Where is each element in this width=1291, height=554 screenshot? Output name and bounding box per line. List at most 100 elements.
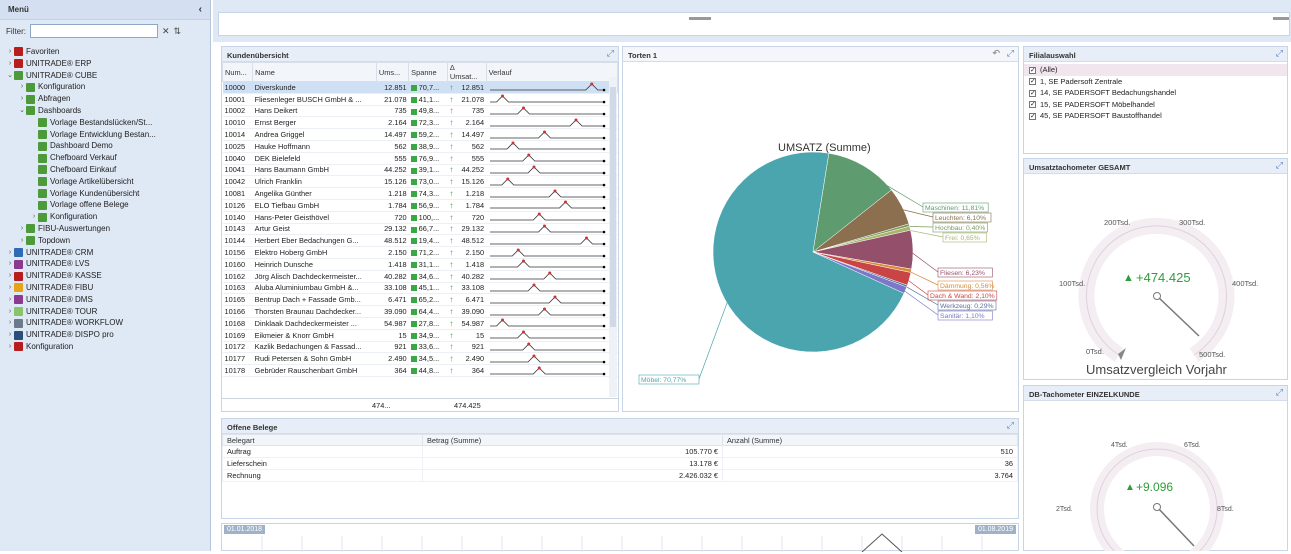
table-row[interactable]: 10014 Andrea Griggel 14.497 59,2... ↑ 14.497 — [222, 128, 618, 141]
sort-icon[interactable]: ⇅ — [174, 26, 182, 37]
checkbox[interactable]: ✓ — [1029, 112, 1036, 120]
expand-arrow-icon[interactable]: › — [18, 223, 26, 235]
sidebar-item[interactable]: › Favoriten — [0, 46, 210, 58]
table-row[interactable]: 10160 Heinrich Dunsche 1.418 31,1... ↑ 1.418 — [222, 258, 618, 271]
expand-arrow-icon[interactable]: › — [6, 341, 14, 353]
expand-arrow-icon[interactable]: › — [30, 211, 38, 223]
expand-arrow-icon[interactable]: › — [6, 282, 14, 294]
table-row[interactable]: 10002 Hans Deikert 735 49,8... ↑ 735 — [222, 105, 618, 118]
expand-arrow-icon[interactable]: › — [6, 46, 14, 58]
sidebar-item[interactable]: › Konfiguration — [0, 211, 210, 223]
table-row[interactable]: 10041 Hans Baumann GmbH 44.252 39,1... ↑ 44.2… — [222, 164, 618, 177]
sidebar-item[interactable]: ⌄ UNITRADE® CUBE — [0, 70, 210, 82]
column-header[interactable]: Name — [252, 62, 377, 82]
scrollbar-thumb[interactable] — [610, 87, 616, 327]
sidebar-item[interactable]: › Abfragen — [0, 93, 210, 105]
sidebar-item[interactable]: › UNITRADE® TOUR — [0, 306, 210, 318]
expand-arrow-icon[interactable]: › — [6, 270, 14, 282]
table-row[interactable]: 10162 Jörg Alisch Dachdeckermeister... 40.… — [222, 270, 618, 283]
column-header[interactable]: Δ Umsat... — [446, 62, 487, 82]
table-row[interactable]: 10163 Aluba Aluminiumbau GmbH &... 33.108 4… — [222, 282, 618, 295]
expand-arrow-icon[interactable]: › — [6, 306, 14, 318]
sidebar-item[interactable]: Vorlage offene Belege — [0, 199, 210, 211]
maximize-icon[interactable]: ⤢ — [1276, 160, 1283, 171]
checkbox[interactable]: ✓ — [1029, 66, 1036, 74]
collapse-icon[interactable]: ‹ — [199, 4, 202, 15]
table-row[interactable]: 10000 Diverskunde 12.851 70,7... ↑ 12.851 — [222, 81, 618, 94]
filial-item[interactable]: ✓ 14, SE PADERSOFT Bedachungshandel — [1024, 87, 1287, 99]
table-row[interactable]: 10144 Herbert Eber Bedachungen G... 48.512… — [222, 234, 618, 248]
table-row[interactable]: 10126 ELO Tiefbau GmbH 1.784 56,9... ↑ 1.784 — [222, 199, 618, 212]
table-row[interactable]: 10165 Bentrup Dach + Fassade Gmb... 6.471 6… — [222, 293, 618, 307]
checkbox[interactable]: ✓ — [1029, 78, 1036, 86]
sidebar-item[interactable]: › Topdown — [0, 235, 210, 247]
column-header[interactable]: Belegart — [222, 434, 423, 446]
sidebar-item[interactable]: › UNITRADE® CRM — [0, 247, 210, 259]
maximize-icon[interactable]: ⤢ — [1276, 387, 1283, 398]
table-row[interactable]: 10177 Rudi Petersen & Sohn GmbH 2.490 34,5.… — [222, 352, 618, 366]
checkbox[interactable]: ✓ — [1029, 89, 1036, 97]
sidebar-item[interactable]: › UNITRADE® WORKFLOW — [0, 317, 210, 329]
column-header[interactable]: Verlauf — [485, 62, 619, 82]
clear-filter-icon[interactable]: ✕ — [162, 26, 170, 37]
sidebar-item[interactable]: › Konfiguration — [0, 341, 210, 353]
table-row[interactable]: 10143 Artur Geist 29.132 66,7... ↑ 29.132 — [222, 223, 618, 236]
maximize-icon[interactable]: ⤢ — [1276, 48, 1283, 59]
filial-item[interactable]: ✓ 1, SE Padersoft Zentrale — [1024, 76, 1287, 88]
expand-arrow-icon[interactable]: › — [6, 317, 14, 329]
table-row[interactable]: 10178 Gebrüder Rauschenbart GmbH 364 44,8..… — [222, 364, 618, 377]
expand-arrow-icon[interactable]: › — [6, 58, 14, 70]
sidebar-item[interactable]: › FIBU-Auswertungen — [0, 223, 210, 235]
expand-arrow-icon[interactable]: › — [6, 258, 14, 270]
expand-arrow-icon[interactable]: ⌄ — [18, 105, 26, 117]
table-row[interactable]: 10010 Ernst Berger 2.164 72,3... ↑ 2.164 — [222, 116, 618, 130]
column-header[interactable]: Anzahl (Summe) — [722, 434, 1018, 446]
table-row[interactable]: 10081 Angelika Günther 1.218 74,3... ↑ 1.218 — [222, 187, 618, 200]
filial-item[interactable]: ✓ 15, SE PADERSOFT Möbelhandel — [1024, 99, 1287, 111]
column-header[interactable]: Num... — [221, 62, 254, 82]
sidebar-item[interactable]: › UNITRADE® DMS — [0, 294, 210, 306]
expand-arrow-icon[interactable]: › — [18, 235, 26, 247]
checkbox[interactable]: ✓ — [1029, 101, 1036, 109]
table-row[interactable]: Rechnung 2.426.032 €3.764 — [222, 469, 1018, 482]
sidebar-item[interactable]: › UNITRADE® LVS — [0, 258, 210, 270]
table-row[interactable]: 10001 Fliesenleger BUSCH GmbH & ... 21.078… — [222, 93, 618, 106]
column-header[interactable]: Betrag (Summe) — [422, 434, 723, 446]
undo-icon[interactable]: ↶ — [992, 48, 1000, 59]
table-scrollbar[interactable] — [609, 77, 617, 397]
column-header[interactable]: Spanne — [408, 62, 448, 82]
table-row[interactable]: 10025 Hauke Hoffmann 562 38,9... ↑ 562 — [222, 140, 618, 153]
sidebar-item[interactable]: › UNITRADE® FIBU — [0, 282, 210, 294]
maximize-icon[interactable]: ⤢ — [1007, 420, 1014, 431]
sidebar-item[interactable]: Vorlage Bestandslücken/St... — [0, 117, 210, 129]
table-row[interactable]: Lieferschein 13.178 €36 — [222, 457, 1018, 470]
sidebar-item[interactable]: Dashboard Demo — [0, 140, 210, 152]
sidebar-item[interactable]: ⌄ Dashboards — [0, 105, 210, 117]
splitter-handle[interactable] — [689, 17, 711, 20]
sidebar-item[interactable]: › UNITRADE® KASSE — [0, 270, 210, 282]
table-row[interactable]: 10166 Thorsten Braunau Dachdecker... 39.09… — [222, 305, 618, 318]
sidebar-item[interactable]: › UNITRADE® DISPO pro — [0, 329, 210, 341]
table-row[interactable]: 10042 Ulrich Franklin 15.126 73,0... ↑ 15.126 — [222, 175, 618, 189]
table-row[interactable]: Auftrag 105.770 €510 — [222, 445, 1018, 458]
expand-arrow-icon[interactable]: › — [18, 81, 26, 93]
sidebar-item[interactable]: Vorlage Kundenübersicht — [0, 188, 210, 200]
table-row[interactable]: 10168 Dinklaak Dachdeckermeister ... 54.98… — [222, 317, 618, 330]
expand-arrow-icon[interactable]: › — [6, 294, 14, 306]
table-row[interactable]: 10156 Elektro Hoberg GmbH 2.150 71,2... ↑ 2.1… — [222, 246, 618, 259]
table-row[interactable]: 10172 Kazlik Bedachungen & Fassad... 921 33… — [222, 341, 618, 354]
sidebar-item[interactable]: Vorlage Artikelübersicht — [0, 176, 210, 188]
table-row[interactable]: 10169 Eikmeier & Knorr GmbH 15 34,9... ↑ 15 — [222, 329, 618, 342]
table-row[interactable]: 10040 DEK Bielefeld 555 76,9... ↑ 555 — [222, 152, 618, 165]
sidebar-item[interactable]: Chefboard Verkauf — [0, 152, 210, 164]
expand-arrow-icon[interactable]: › — [18, 93, 26, 105]
expand-arrow-icon[interactable]: › — [6, 329, 14, 341]
expand-arrow-icon[interactable]: › — [6, 247, 14, 259]
sidebar-item[interactable]: › Konfiguration — [0, 81, 210, 93]
column-header[interactable]: Ums... — [375, 62, 410, 82]
sidebar-item[interactable]: Chefboard Einkauf — [0, 164, 210, 176]
filter-input[interactable] — [30, 24, 158, 38]
table-row[interactable]: 10140 Hans-Peter Geisthövel 720 100,... ↑ 720 — [222, 211, 618, 224]
sidebar-item[interactable]: › UNITRADE® ERP — [0, 58, 210, 70]
sidebar-item[interactable]: Vorlage Entwicklung Bestan... — [0, 129, 210, 141]
